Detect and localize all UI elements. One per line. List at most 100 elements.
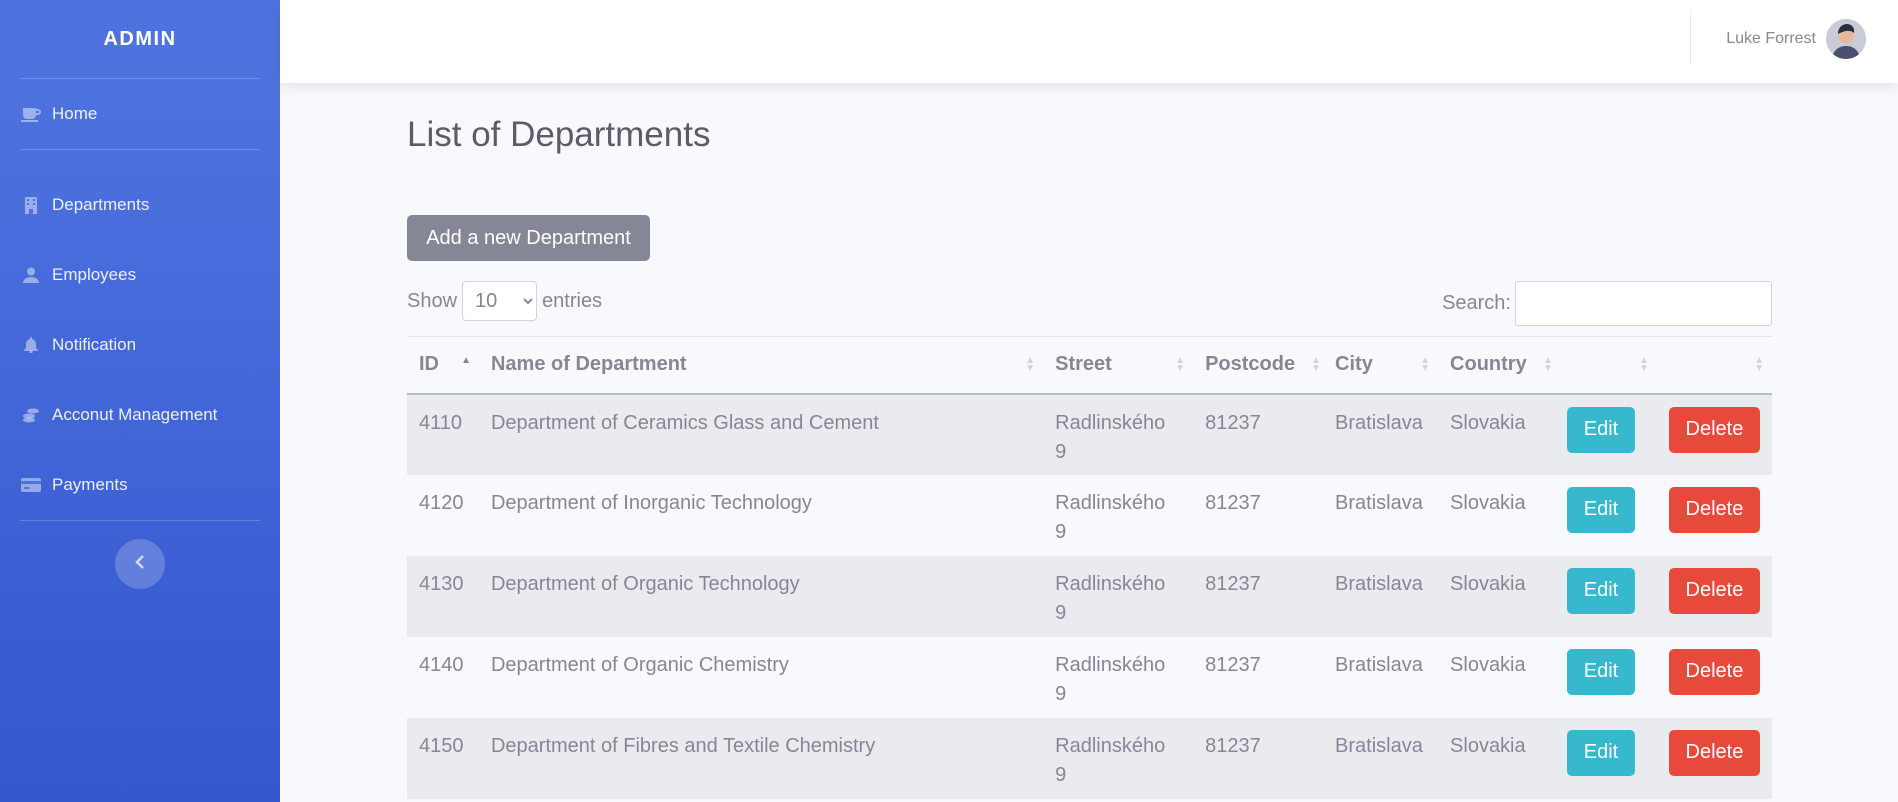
delete-button[interactable]: Delete [1668, 406, 1760, 453]
search-input[interactable] [1515, 281, 1772, 326]
cell-id: 4140 [419, 653, 464, 676]
column-header-delete[interactable]: ▲ ▼ [1656, 336, 1772, 395]
edit-button[interactable]: Edit [1566, 567, 1635, 614]
cell-delete: Delete [1657, 475, 1772, 556]
cell-street: Radlinského 9 [1055, 572, 1166, 624]
chevron-left-icon [135, 554, 145, 574]
cell-edit: Edit [1555, 637, 1657, 718]
cell-name: Department of Inorganic Technology [490, 491, 812, 514]
table-controls: Show 10 entries Search: [407, 281, 1772, 326]
topbar: Luke Forrest [280, 0, 1898, 83]
column-header-city[interactable]: City ▲ ▼ [1323, 336, 1439, 395]
table-row: 4130 Department of Organic Technology Radl… [407, 555, 1772, 637]
page-length-select[interactable]: 10 [462, 281, 538, 321]
cell-country: Slovakia [1450, 411, 1526, 434]
cell-edit: Edit [1555, 475, 1657, 556]
cell-country: Slovakia [1450, 572, 1526, 595]
sort-icon: ▲ ▼ [1175, 354, 1186, 374]
cell-delete: Delete [1657, 556, 1772, 637]
search-control: Search: [1442, 281, 1772, 326]
sort-asc-icon: ▲▼ [461, 354, 471, 366]
cell-country: Slovakia [1450, 734, 1526, 757]
edit-button[interactable]: Edit [1566, 648, 1635, 695]
sidebar-item-label: Notification [52, 335, 137, 354]
cell-edit: Edit [1555, 556, 1657, 637]
delete-button[interactable]: Delete [1668, 729, 1760, 776]
column-header-country[interactable]: Country ▲ ▼ [1438, 336, 1555, 395]
cell-city: Bratislava [1335, 572, 1423, 595]
cell-name: Department of Organic Technology [490, 572, 800, 595]
user-name: Luke Forrest [1726, 30, 1816, 47]
topbar-divider [1690, 14, 1691, 64]
bell-icon [20, 337, 42, 353]
sidebar-item-payments[interactable]: Payments [0, 450, 280, 520]
sidebar-item-label: Acconut Management [52, 405, 218, 424]
cell-city: Bratislava [1335, 734, 1423, 757]
sidebar-item-employees[interactable]: Employees [0, 240, 280, 310]
cell-street: Radlinského 9 [1055, 491, 1166, 543]
cell-city: Bratislava [1335, 491, 1423, 514]
sort-icon: ▲ ▼ [1639, 354, 1649, 374]
edit-button[interactable]: Edit [1566, 486, 1635, 533]
search-label: Search: [1442, 292, 1511, 314]
cell-street: Radlinského 9 [1055, 734, 1166, 786]
delete-button[interactable]: Delete [1668, 648, 1760, 695]
show-label: Show [407, 289, 458, 312]
brand-logo[interactable]: ADMIN [0, 0, 280, 78]
cell-country: Slovakia [1450, 491, 1526, 514]
add-department-button[interactable]: Add a new Department [407, 215, 650, 261]
user-icon [20, 267, 42, 283]
cell-delete: Delete [1657, 394, 1772, 475]
column-header-name[interactable]: Name of Department ▲ ▼ [478, 336, 1044, 395]
cell-name: Department of Organic Chemistry [490, 653, 789, 676]
cell-id: 4110 [419, 411, 463, 434]
page-length-control: Show 10 entries [407, 281, 602, 321]
column-header-edit[interactable]: ▲ ▼ [1554, 336, 1657, 395]
table-row: 4120 Department of Inorganic Technology Ra… [407, 474, 1772, 556]
cell-city: Bratislava [1335, 411, 1423, 434]
cell-delete: Delete [1657, 718, 1772, 799]
sidebar-toggle-button[interactable] [115, 539, 165, 589]
sidebar-item-home[interactable]: Home [0, 79, 280, 149]
sort-icon: ▲ ▼ [1025, 354, 1036, 374]
column-header-postcode[interactable]: Postcode ▲ ▼ [1193, 336, 1324, 395]
sidebar-item-notification[interactable]: Notification [0, 310, 280, 380]
sort-icon: ▲ ▼ [1311, 354, 1322, 374]
coins-icon [20, 407, 42, 423]
sort-icon: ▲ ▼ [1543, 354, 1553, 374]
user-avatar [1826, 19, 1866, 59]
main-content: List of Departments Add a new Department… [407, 83, 1772, 799]
sort-icon: ▲ ▼ [1754, 354, 1764, 374]
sidebar-item-label: Employees [52, 265, 137, 284]
cell-postcode: 81237 [1205, 572, 1261, 595]
cell-delete: Delete [1657, 637, 1772, 718]
sidebar-item-departments[interactable]: Departments [0, 170, 280, 240]
cell-name: Department of Ceramics Glass and Cement [490, 411, 879, 434]
cell-postcode: 81237 [1205, 411, 1261, 434]
delete-button[interactable]: Delete [1668, 486, 1760, 533]
edit-button[interactable]: Edit [1566, 729, 1635, 776]
delete-button[interactable]: Delete [1668, 567, 1760, 614]
cell-id: 4150 [419, 734, 464, 757]
cell-street: Radlinského 9 [1055, 653, 1166, 705]
edit-button[interactable]: Edit [1566, 406, 1635, 453]
column-header-street[interactable]: Street ▲ ▼ [1043, 336, 1194, 395]
building-icon [20, 196, 42, 214]
cell-edit: Edit [1555, 394, 1657, 475]
departments-table: ID ▲▼ Name of Department ▲▼ Street ▲▼ Po… [407, 336, 1772, 799]
page-title: List of Departments [407, 115, 711, 154]
credit-card-icon [20, 478, 42, 492]
user-menu[interactable]: Luke Forrest [1726, 18, 1866, 60]
column-header-id[interactable]: ID ▲▼ [407, 336, 479, 395]
table-row: 4150 Department of Fibres and Textile Che… [407, 717, 1772, 799]
cell-postcode: 81237 [1205, 653, 1261, 676]
coffee-cup-icon [20, 106, 42, 122]
cell-postcode: 81237 [1205, 734, 1261, 757]
sidebar: ADMIN Home Departments Employees Notific… [0, 0, 280, 802]
table-header-row: ID ▲▼ Name of Department ▲▼ Street ▲▼ Po… [407, 336, 1772, 395]
sidebar-item-account-management[interactable]: Acconut Management [0, 380, 280, 450]
sidebar-item-label: Departments [52, 195, 150, 214]
cell-edit: Edit [1555, 718, 1657, 799]
cell-city: Bratislava [1335, 653, 1423, 676]
sidebar-item-label: Home [52, 104, 98, 123]
